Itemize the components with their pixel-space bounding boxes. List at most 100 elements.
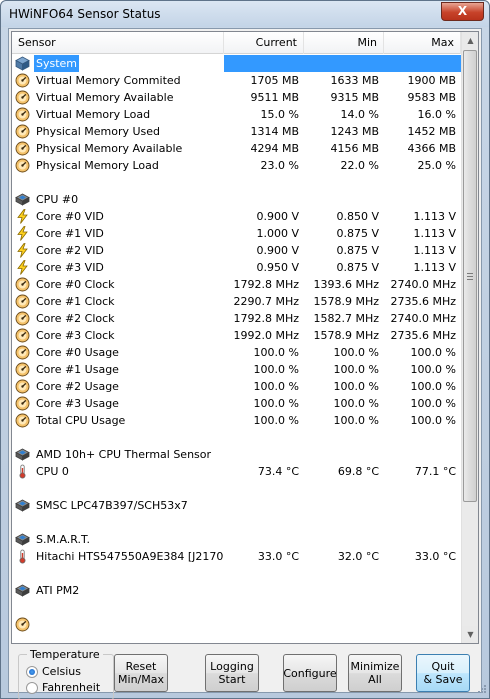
- sensor-group-row[interactable]: CPU #0: [12, 191, 461, 208]
- sensor-group-row[interactable]: SMSC LPC47B397/SCH53x7: [12, 497, 461, 514]
- scrollbar-thumb[interactable]: [463, 50, 477, 502]
- table-row[interactable]: Virtual Memory Available 9511 MB 9315 MB 95…: [12, 89, 461, 106]
- max-value-cell: [384, 55, 461, 72]
- gauge-icon: [15, 379, 30, 394]
- current-value-cell: 23.0 %: [260, 159, 299, 172]
- sensor-label: Physical Memory Used: [36, 125, 161, 138]
- sensor-name-cell: Core #1 VID: [12, 225, 224, 242]
- table-row[interactable]: CPU 0 73.4 °C 69.8 °C 77.1 °C: [12, 463, 461, 480]
- min-value-cell: 32.0 °C: [337, 550, 379, 563]
- fahrenheit-label[interactable]: Fahrenheit: [42, 681, 100, 694]
- scroll-down-arrow-icon[interactable]: ▼: [462, 626, 478, 643]
- sensor-name-cell: Core #2 Usage: [12, 378, 224, 395]
- system-icon: [15, 56, 30, 71]
- scroll-up-arrow-icon[interactable]: ▲: [462, 32, 478, 49]
- sensor-label: Core #1 Clock: [36, 295, 115, 308]
- sensor-label: Physical Memory Available: [36, 142, 183, 155]
- max-value-cell: 100.0 %: [410, 380, 456, 393]
- sensor-name-cell: S.M.A.R.T.: [12, 531, 224, 548]
- title-bar[interactable]: HWiNFO64 Sensor Status X: [1, 1, 489, 27]
- table-row[interactable]: Core #2 Clock 1792.8 MHz 1582.7 MHz 2740.0 …: [12, 310, 461, 327]
- table-row[interactable]: Core #1 Clock 2290.7 MHz 1578.9 MHz 2735.6 …: [12, 293, 461, 310]
- celsius-label[interactable]: Celsius: [42, 665, 81, 678]
- sensor-name-cell: Core #1 Clock: [12, 293, 224, 310]
- sensor-label: Core #3 VID: [36, 261, 104, 274]
- max-value-cell: 2735.6 MHz: [390, 329, 456, 342]
- table-row[interactable]: Hitachi HTS547550A9E384 [J21700... 33.0 °…: [12, 548, 461, 565]
- celsius-radio[interactable]: [26, 666, 38, 678]
- sensor-label: Virtual Memory Commited: [36, 74, 181, 87]
- table-row[interactable]: Virtual Memory Commited 1705 MB 1633 MB 190…: [12, 72, 461, 89]
- column-header-max[interactable]: Max: [384, 32, 461, 54]
- table-row[interactable]: [12, 616, 461, 633]
- sensor-group-row[interactable]: S.M.A.R.T.: [12, 531, 461, 548]
- sensor-group-row[interactable]: System: [12, 55, 461, 72]
- thermometer-icon: [15, 464, 30, 479]
- min-value-cell: 1243 MB: [330, 125, 379, 138]
- current-value-cell: 2290.7 MHz: [233, 295, 299, 308]
- table-row[interactable]: Core #1 VID 1.000 V 0.875 V 1.113 V: [12, 225, 461, 242]
- current-value-cell: [224, 191, 304, 208]
- fahrenheit-radio[interactable]: [26, 682, 38, 694]
- blank-row: [12, 429, 461, 446]
- table-row[interactable]: Core #0 VID 0.900 V 0.850 V 1.113 V: [12, 208, 461, 225]
- sensor-group-row[interactable]: AMD 10h+ CPU Thermal Sensor: [12, 446, 461, 463]
- table-row[interactable]: Total CPU Usage 100.0 % 100.0 % 100.0 %: [12, 412, 461, 429]
- column-header-min[interactable]: Min: [304, 32, 384, 54]
- min-value-cell: 69.8 °C: [337, 465, 379, 478]
- current-value-cell: 0.900 V: [256, 244, 299, 257]
- sensor-name-cell: SMSC LPC47B397/SCH53x7: [12, 497, 224, 514]
- sensor-label: Core #1 VID: [36, 227, 104, 240]
- resize-grip-icon[interactable]: [475, 684, 487, 696]
- list-header: Sensor Current Min Max: [12, 32, 461, 54]
- sensor-label: Core #3 Usage: [36, 397, 119, 410]
- max-value-cell: [384, 446, 461, 463]
- table-row[interactable]: Core #3 Clock 1992.0 MHz 1578.9 MHz 2735.6 …: [12, 327, 461, 344]
- max-value-cell: [384, 582, 461, 599]
- sensor-name-cell: ATI PM2: [12, 582, 224, 599]
- sensor-label: Core #0 Usage: [36, 346, 119, 359]
- column-header-sensor[interactable]: Sensor: [12, 32, 224, 54]
- sensor-name-cell: Core #0 Usage: [12, 344, 224, 361]
- current-value-cell: 33.0 °C: [257, 550, 299, 563]
- min-value-cell: 1582.7 MHz: [313, 312, 379, 325]
- gauge-icon: [15, 277, 30, 292]
- table-row[interactable]: Core #2 Usage 100.0 % 100.0 % 100.0 %: [12, 378, 461, 395]
- quit-and-save-button[interactable]: Quit & Save: [416, 654, 470, 692]
- table-row[interactable]: Core #0 Usage 100.0 % 100.0 % 100.0 %: [12, 344, 461, 361]
- vertical-scrollbar[interactable]: ▲ ▼: [461, 32, 478, 643]
- max-value-cell: 16.0 %: [417, 108, 456, 121]
- sensor-label: Virtual Memory Available: [36, 91, 174, 104]
- current-value-cell: [224, 616, 304, 633]
- current-value-cell: [224, 582, 304, 599]
- minimize-all-button[interactable]: Minimize All: [348, 654, 402, 692]
- min-value-cell: 100.0 %: [333, 346, 379, 359]
- table-row[interactable]: Core #1 Usage 100.0 % 100.0 % 100.0 %: [12, 361, 461, 378]
- table-row[interactable]: Core #0 Clock 1792.8 MHz 1393.6 MHz 2740.0 …: [12, 276, 461, 293]
- min-value-cell: 1633 MB: [330, 74, 379, 87]
- min-value-cell: 0.875 V: [336, 261, 379, 274]
- current-value-cell: 0.950 V: [256, 261, 299, 274]
- sensor-label: Core #3 Clock: [36, 329, 115, 342]
- sensor-label: Core #2 VID: [36, 244, 104, 257]
- table-row[interactable]: Physical Memory Load 23.0 % 22.0 % 25.0 %: [12, 157, 461, 174]
- chip-icon: [15, 447, 30, 462]
- reset-min-max-button[interactable]: Reset Min/Max: [114, 654, 168, 692]
- configure-button[interactable]: Configure: [283, 654, 337, 692]
- close-button[interactable]: X: [441, 2, 484, 21]
- sensor-list[interactable]: Sensor Current Min Max System Virtual Mem…: [11, 31, 479, 644]
- table-row[interactable]: Physical Memory Used 1314 MB 1243 MB 1452 M…: [12, 123, 461, 140]
- min-value-cell: 4156 MB: [330, 142, 379, 155]
- column-header-current[interactable]: Current: [224, 32, 304, 54]
- min-value-cell: 9315 MB: [330, 91, 379, 104]
- gauge-icon: [15, 345, 30, 360]
- table-row[interactable]: Physical Memory Available 4294 MB 4156 MB 4…: [12, 140, 461, 157]
- table-row[interactable]: Core #3 Usage 100.0 % 100.0 % 100.0 %: [12, 395, 461, 412]
- current-value-cell: [224, 531, 304, 548]
- sensor-group-row[interactable]: ATI PM2: [12, 582, 461, 599]
- table-row[interactable]: Core #2 VID 0.900 V 0.875 V 1.113 V: [12, 242, 461, 259]
- blank-row: [12, 174, 461, 191]
- table-row[interactable]: Virtual Memory Load 15.0 % 14.0 % 16.0 %: [12, 106, 461, 123]
- table-row[interactable]: Core #3 VID 0.950 V 0.875 V 1.113 V: [12, 259, 461, 276]
- logging-start-button[interactable]: Logging Start: [205, 654, 259, 692]
